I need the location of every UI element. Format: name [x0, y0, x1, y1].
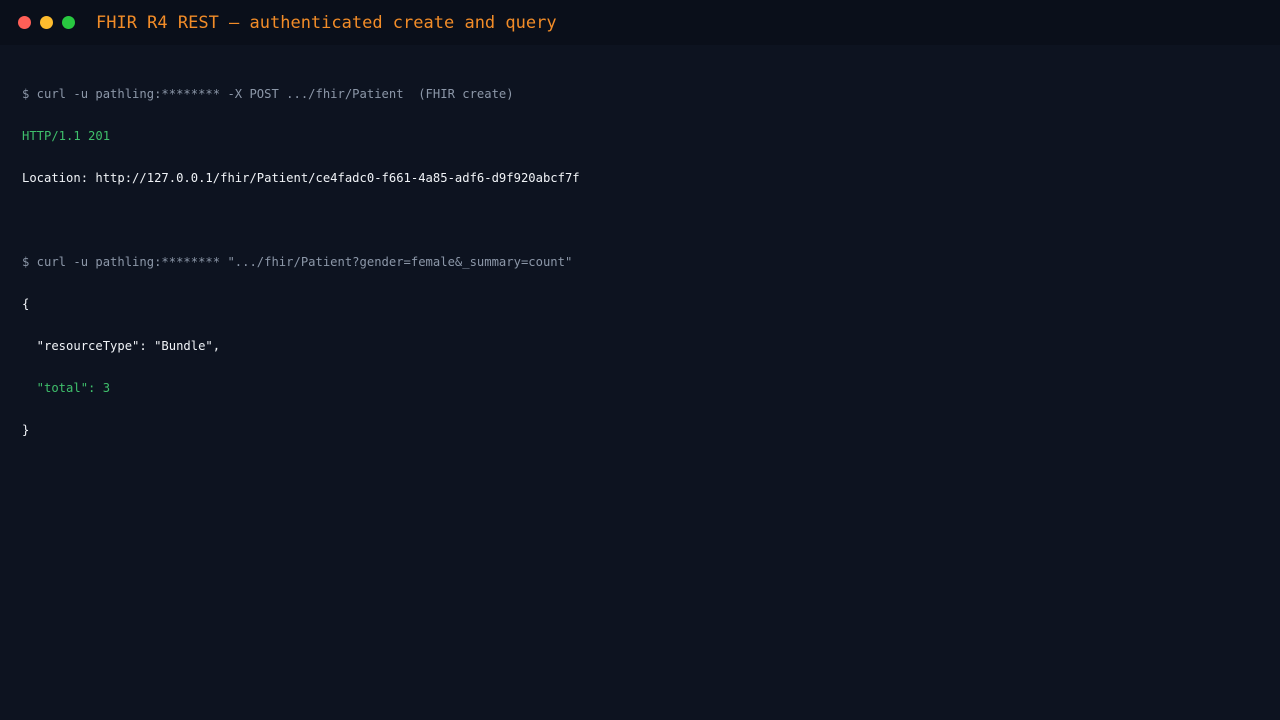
json-close-brace: } [22, 423, 30, 437]
maximize-button[interactable] [62, 16, 75, 29]
create-command-line: $ curl -u pathling:******** -X POST .../… [22, 87, 514, 101]
minimize-button[interactable] [40, 16, 53, 29]
close-button[interactable] [18, 16, 31, 29]
window-title: FHIR R4 REST — authenticated create and … [96, 13, 557, 33]
json-open-brace: { [22, 297, 30, 311]
query-command-line: $ curl -u pathling:******** ".../fhir/Pa… [22, 255, 573, 269]
terminal-window: FHIR R4 REST — authenticated create and … [0, 0, 1280, 720]
title-bar: FHIR R4 REST — authenticated create and … [0, 0, 1280, 45]
create-status-line: HTTP/1.1 201 [22, 129, 111, 143]
json-total: "total": 3 [22, 381, 111, 395]
terminal-output[interactable]: $ curl -u pathling:******** -X POST .../… [22, 59, 1260, 465]
json-resource-type: "resourceType": "Bundle", [22, 339, 221, 353]
create-location-line: Location: http://127.0.0.1/fhir/Patient/… [22, 171, 580, 185]
